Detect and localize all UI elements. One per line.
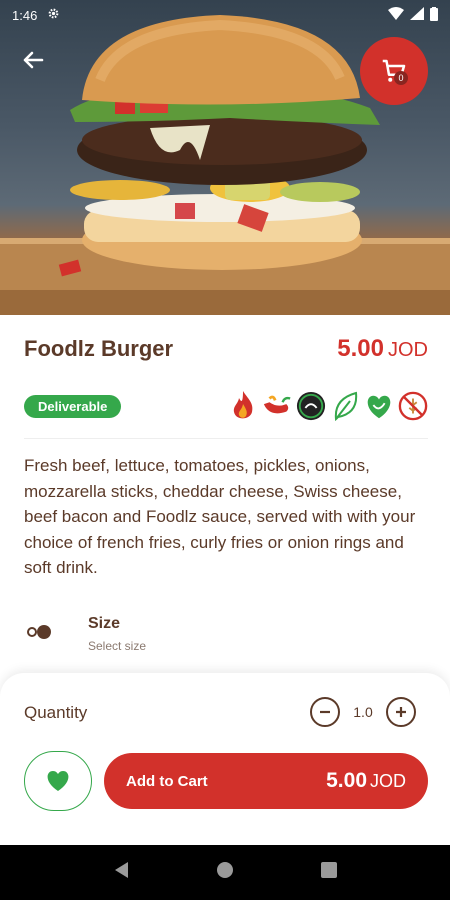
quantity-label: Quantity: [24, 703, 88, 722]
plus-icon: [396, 707, 406, 717]
price-currency: JOD: [388, 339, 428, 361]
nav-recents-button[interactable]: [320, 861, 338, 884]
product-description: Fresh beef, lettuce, tomatoes, pickles, …: [24, 456, 416, 577]
nav-home-button[interactable]: [215, 860, 235, 885]
back-button[interactable]: [18, 45, 48, 75]
order-total: 5.00 JOD: [326, 769, 406, 793]
quantity-stepper: 1.0: [310, 697, 416, 727]
increase-quantity-button[interactable]: [386, 697, 416, 727]
status-bar: 1:46: [0, 0, 450, 30]
decrease-quantity-button[interactable]: [310, 697, 340, 727]
square-recents-icon: [320, 862, 337, 878]
size-label: Size: [88, 615, 121, 632]
deliverable-badge: Deliverable: [24, 395, 122, 418]
wifi-icon: [388, 7, 404, 23]
nav-back-button[interactable]: [112, 860, 130, 885]
battery-icon: [430, 6, 438, 24]
cart-count-badge: 0: [394, 71, 408, 85]
size-hint: Select size: [88, 639, 147, 653]
circle-home-icon: [216, 862, 233, 878]
heart-icon: [47, 771, 69, 791]
size-selector[interactable]: Size Select size: [24, 615, 146, 653]
favorite-button[interactable]: [24, 751, 92, 811]
size-icon: [24, 617, 64, 647]
divider: [24, 438, 428, 439]
product-title: Foodlz Burger: [24, 336, 174, 361]
order-total-currency: JOD: [370, 771, 406, 791]
flame-icon: [228, 389, 258, 423]
cart-button[interactable]: 0: [360, 37, 428, 105]
minus-icon: [320, 710, 330, 714]
chili-icon: [262, 389, 292, 423]
add-to-cart-button[interactable]: Add to Cart 5.00 JOD: [104, 753, 428, 809]
settings-status-icon: [47, 7, 60, 23]
leaf-icon: [330, 389, 360, 423]
attribute-icons: [228, 389, 428, 423]
status-time: 1:46: [12, 7, 38, 23]
price-value: 5.00: [337, 335, 384, 362]
quantity-value: 1.0: [353, 704, 373, 720]
signal-icon: [410, 7, 424, 23]
product-price: 5.00 JOD: [337, 335, 428, 363]
system-nav-bar: [0, 845, 450, 900]
halal-icon: [296, 389, 326, 423]
gluten-free-icon: [398, 389, 428, 423]
triangle-back-icon: [115, 862, 129, 878]
order-panel: Quantity 1.0 Add to Cart 5.00 JOD: [0, 673, 450, 845]
add-to-cart-label: Add to Cart: [126, 772, 208, 790]
arrow-left-icon: [23, 51, 44, 69]
vegan-icon: [364, 389, 394, 423]
order-total-value: 5.00: [326, 769, 367, 792]
